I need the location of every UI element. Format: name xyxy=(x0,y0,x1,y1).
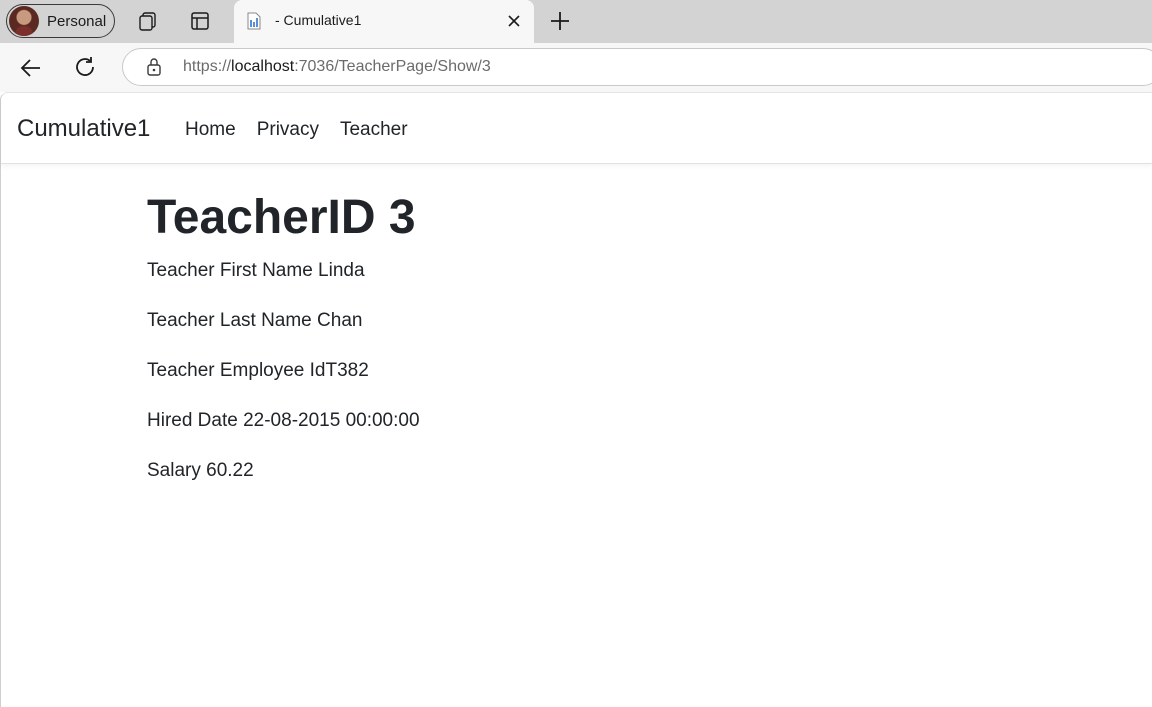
site-navbar: Cumulative1 Home Privacy Teacher xyxy=(1,93,1152,164)
close-icon[interactable] xyxy=(504,11,524,31)
tab-title: - Cumulative1 xyxy=(275,12,362,28)
plus-icon[interactable] xyxy=(548,9,572,33)
teacher-fields: Teacher First Name Linda Teacher Last Na… xyxy=(147,260,420,510)
profile-label: Personal xyxy=(47,12,107,30)
teacher-salary: Salary 60.22 xyxy=(147,460,254,481)
address-row: https://localhost:7036/TeacherPage/Show/… xyxy=(0,43,1152,92)
nav-link-teacher[interactable]: Teacher xyxy=(340,119,408,141)
tab-strip: Personal - Cumulative1 xyxy=(0,0,1152,43)
address-bar[interactable]: https://localhost:7036/TeacherPage/Show/… xyxy=(122,48,1152,86)
nav-link-privacy[interactable]: Privacy xyxy=(257,119,319,141)
profile-button[interactable]: Personal xyxy=(6,4,115,38)
tab-cumulative1[interactable]: - Cumulative1 xyxy=(234,0,534,43)
page-favicon-icon xyxy=(247,12,261,30)
teacher-detail: TeacherID 3 Teacher First Name Linda Tea… xyxy=(147,189,420,510)
back-arrow-icon[interactable] xyxy=(18,55,44,81)
workspaces-icon[interactable] xyxy=(137,10,159,32)
page-title: TeacherID 3 xyxy=(147,191,416,244)
url-text[interactable]: https://localhost:7036/TeacherPage/Show/… xyxy=(183,58,491,76)
refresh-icon[interactable] xyxy=(73,55,99,81)
page-viewport: Cumulative1 Home Privacy Teacher Teacher… xyxy=(0,92,1152,707)
nav-links: Home Privacy Teacher xyxy=(185,119,408,141)
teacher-hire-date: Hired Date 22-08-2015 00:00:00 xyxy=(147,410,420,431)
lock-icon[interactable] xyxy=(145,57,163,77)
teacher-first-name: Teacher First Name Linda xyxy=(147,260,365,281)
navbar-brand[interactable]: Cumulative1 xyxy=(17,115,150,143)
tab-actions-icon[interactable] xyxy=(189,10,211,32)
nav-link-home[interactable]: Home xyxy=(185,119,236,141)
avatar xyxy=(9,6,39,36)
teacher-last-name: Teacher Last Name Chan xyxy=(147,310,363,331)
teacher-employee-id: Teacher Employee IdT382 xyxy=(147,360,369,381)
